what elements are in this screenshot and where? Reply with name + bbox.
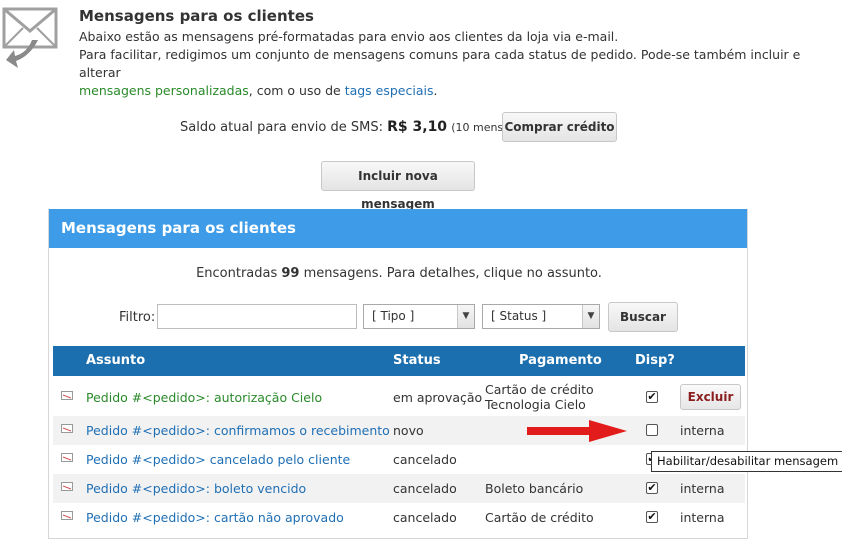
page-title: Mensagens para os clientes [79, 7, 314, 25]
message-subject-link[interactable]: Pedido #<pedido>: cartão não aprovado [86, 510, 344, 525]
chevron-down-icon: ▼ [582, 305, 599, 328]
message-icon [61, 482, 73, 491]
tooltip: Habilitar/desabilitar mensagem [651, 451, 842, 472]
envelope-icon [2, 7, 58, 68]
chevron-down-icon: ▼ [457, 305, 474, 328]
results-prefix: Encontradas [196, 266, 282, 281]
status-select[interactable]: [ Status ] ▼ [482, 304, 600, 329]
type-select[interactable]: [ Tipo ] ▼ [363, 304, 475, 329]
results-suffix: mensagens. Para detalhes, clique no assu… [299, 266, 602, 281]
status-select-value: [ Status ] [491, 309, 547, 323]
message-type: interna [680, 481, 725, 496]
message-status: cancelado [393, 510, 457, 525]
message-icon [61, 511, 73, 520]
message-payment: Cartão de crédito Tecnologia Cielo [485, 382, 594, 412]
table-row: Pedido #<pedido>: cartão não aprovado ca… [53, 503, 745, 532]
description-end: . [433, 83, 438, 98]
header-assunto[interactable]: Assunto [86, 353, 145, 368]
annotation-arrow-icon [527, 420, 627, 442]
special-tags-link[interactable]: tags especiais [345, 83, 434, 98]
panel-title: Mensagens para os clientes [49, 209, 747, 248]
type-select-value: [ Tipo ] [372, 309, 415, 323]
message-subject-link[interactable]: Pedido #<pedido>: autorização Cielo [86, 390, 322, 405]
description-line-3: mensagens personalizadas, com o uso de t… [79, 82, 839, 100]
message-icon [61, 391, 73, 400]
messages-panel: Mensagens para os clientes Encontradas 9… [48, 209, 748, 539]
enabled-checkbox[interactable] [646, 424, 658, 436]
enabled-checkbox[interactable]: ✔ [646, 391, 658, 403]
results-count: 99 [281, 266, 300, 281]
sms-balance: Saldo atual para envio de SMS: R$ 3,10 (… [180, 119, 541, 135]
filter-label: Filtro: [119, 310, 156, 325]
message-status: em aprovação [393, 390, 483, 405]
search-button[interactable]: Buscar [608, 302, 678, 332]
message-type: interna [680, 423, 725, 438]
filter-input[interactable] [157, 304, 357, 329]
header-pagamento[interactable]: Pagamento [519, 353, 602, 368]
delete-button[interactable]: Excluir [680, 384, 741, 410]
page-description: Abaixo estão as mensagens pré-formatadas… [79, 28, 839, 100]
message-payment: Boleto bancário [485, 481, 584, 496]
description-line-2: Para facilitar, redigimos um conjunto de… [79, 47, 801, 80]
message-icon [61, 453, 73, 462]
description-mid: , com o uso de [248, 83, 345, 98]
message-status: cancelado [393, 481, 457, 496]
message-type: interna [680, 510, 725, 525]
message-payment: Cartão de crédito [485, 510, 594, 525]
header-status[interactable]: Status [393, 353, 441, 368]
table-row: Pedido #<pedido> cancelado pelo cliente … [53, 445, 745, 474]
header-disp[interactable]: Disp? [635, 353, 675, 368]
enabled-checkbox[interactable]: ✔ [646, 511, 658, 523]
description-line-1: Abaixo estão as mensagens pré-formatadas… [79, 29, 619, 44]
message-status: novo [393, 423, 424, 438]
sms-balance-amount: R$ 3,10 [387, 119, 448, 135]
message-subject-link[interactable]: Pedido #<pedido> cancelado pelo cliente [86, 452, 350, 467]
results-count-text: Encontradas 99 mensagens. Para detalhes,… [49, 266, 747, 281]
message-subject-link[interactable]: Pedido #<pedido>: confirmamos o recebime… [86, 423, 390, 438]
payment-line-2: Tecnologia Cielo [485, 397, 586, 412]
payment-line-1: Cartão de crédito [485, 382, 594, 397]
table-header: Assunto Status Pagamento Disp? [53, 346, 745, 376]
table-row: Pedido #<pedido>: boleto vencido cancela… [53, 474, 745, 503]
message-status: cancelado [393, 452, 457, 467]
table-row: Pedido #<pedido>: autorização Cielo em a… [53, 379, 745, 415]
enabled-checkbox[interactable]: ✔ [646, 482, 658, 494]
buy-credit-button[interactable]: Comprar crédito [502, 112, 617, 142]
new-message-button[interactable]: Incluir nova mensagem [321, 161, 475, 211]
sms-balance-label: Saldo atual para envio de SMS: [180, 120, 383, 135]
table-row: Pedido #<pedido>: confirmamos o recebime… [53, 416, 745, 445]
message-subject-link[interactable]: Pedido #<pedido>: boleto vencido [86, 481, 306, 496]
message-icon [61, 424, 73, 433]
custom-messages-link[interactable]: mensagens personalizadas [79, 83, 249, 98]
